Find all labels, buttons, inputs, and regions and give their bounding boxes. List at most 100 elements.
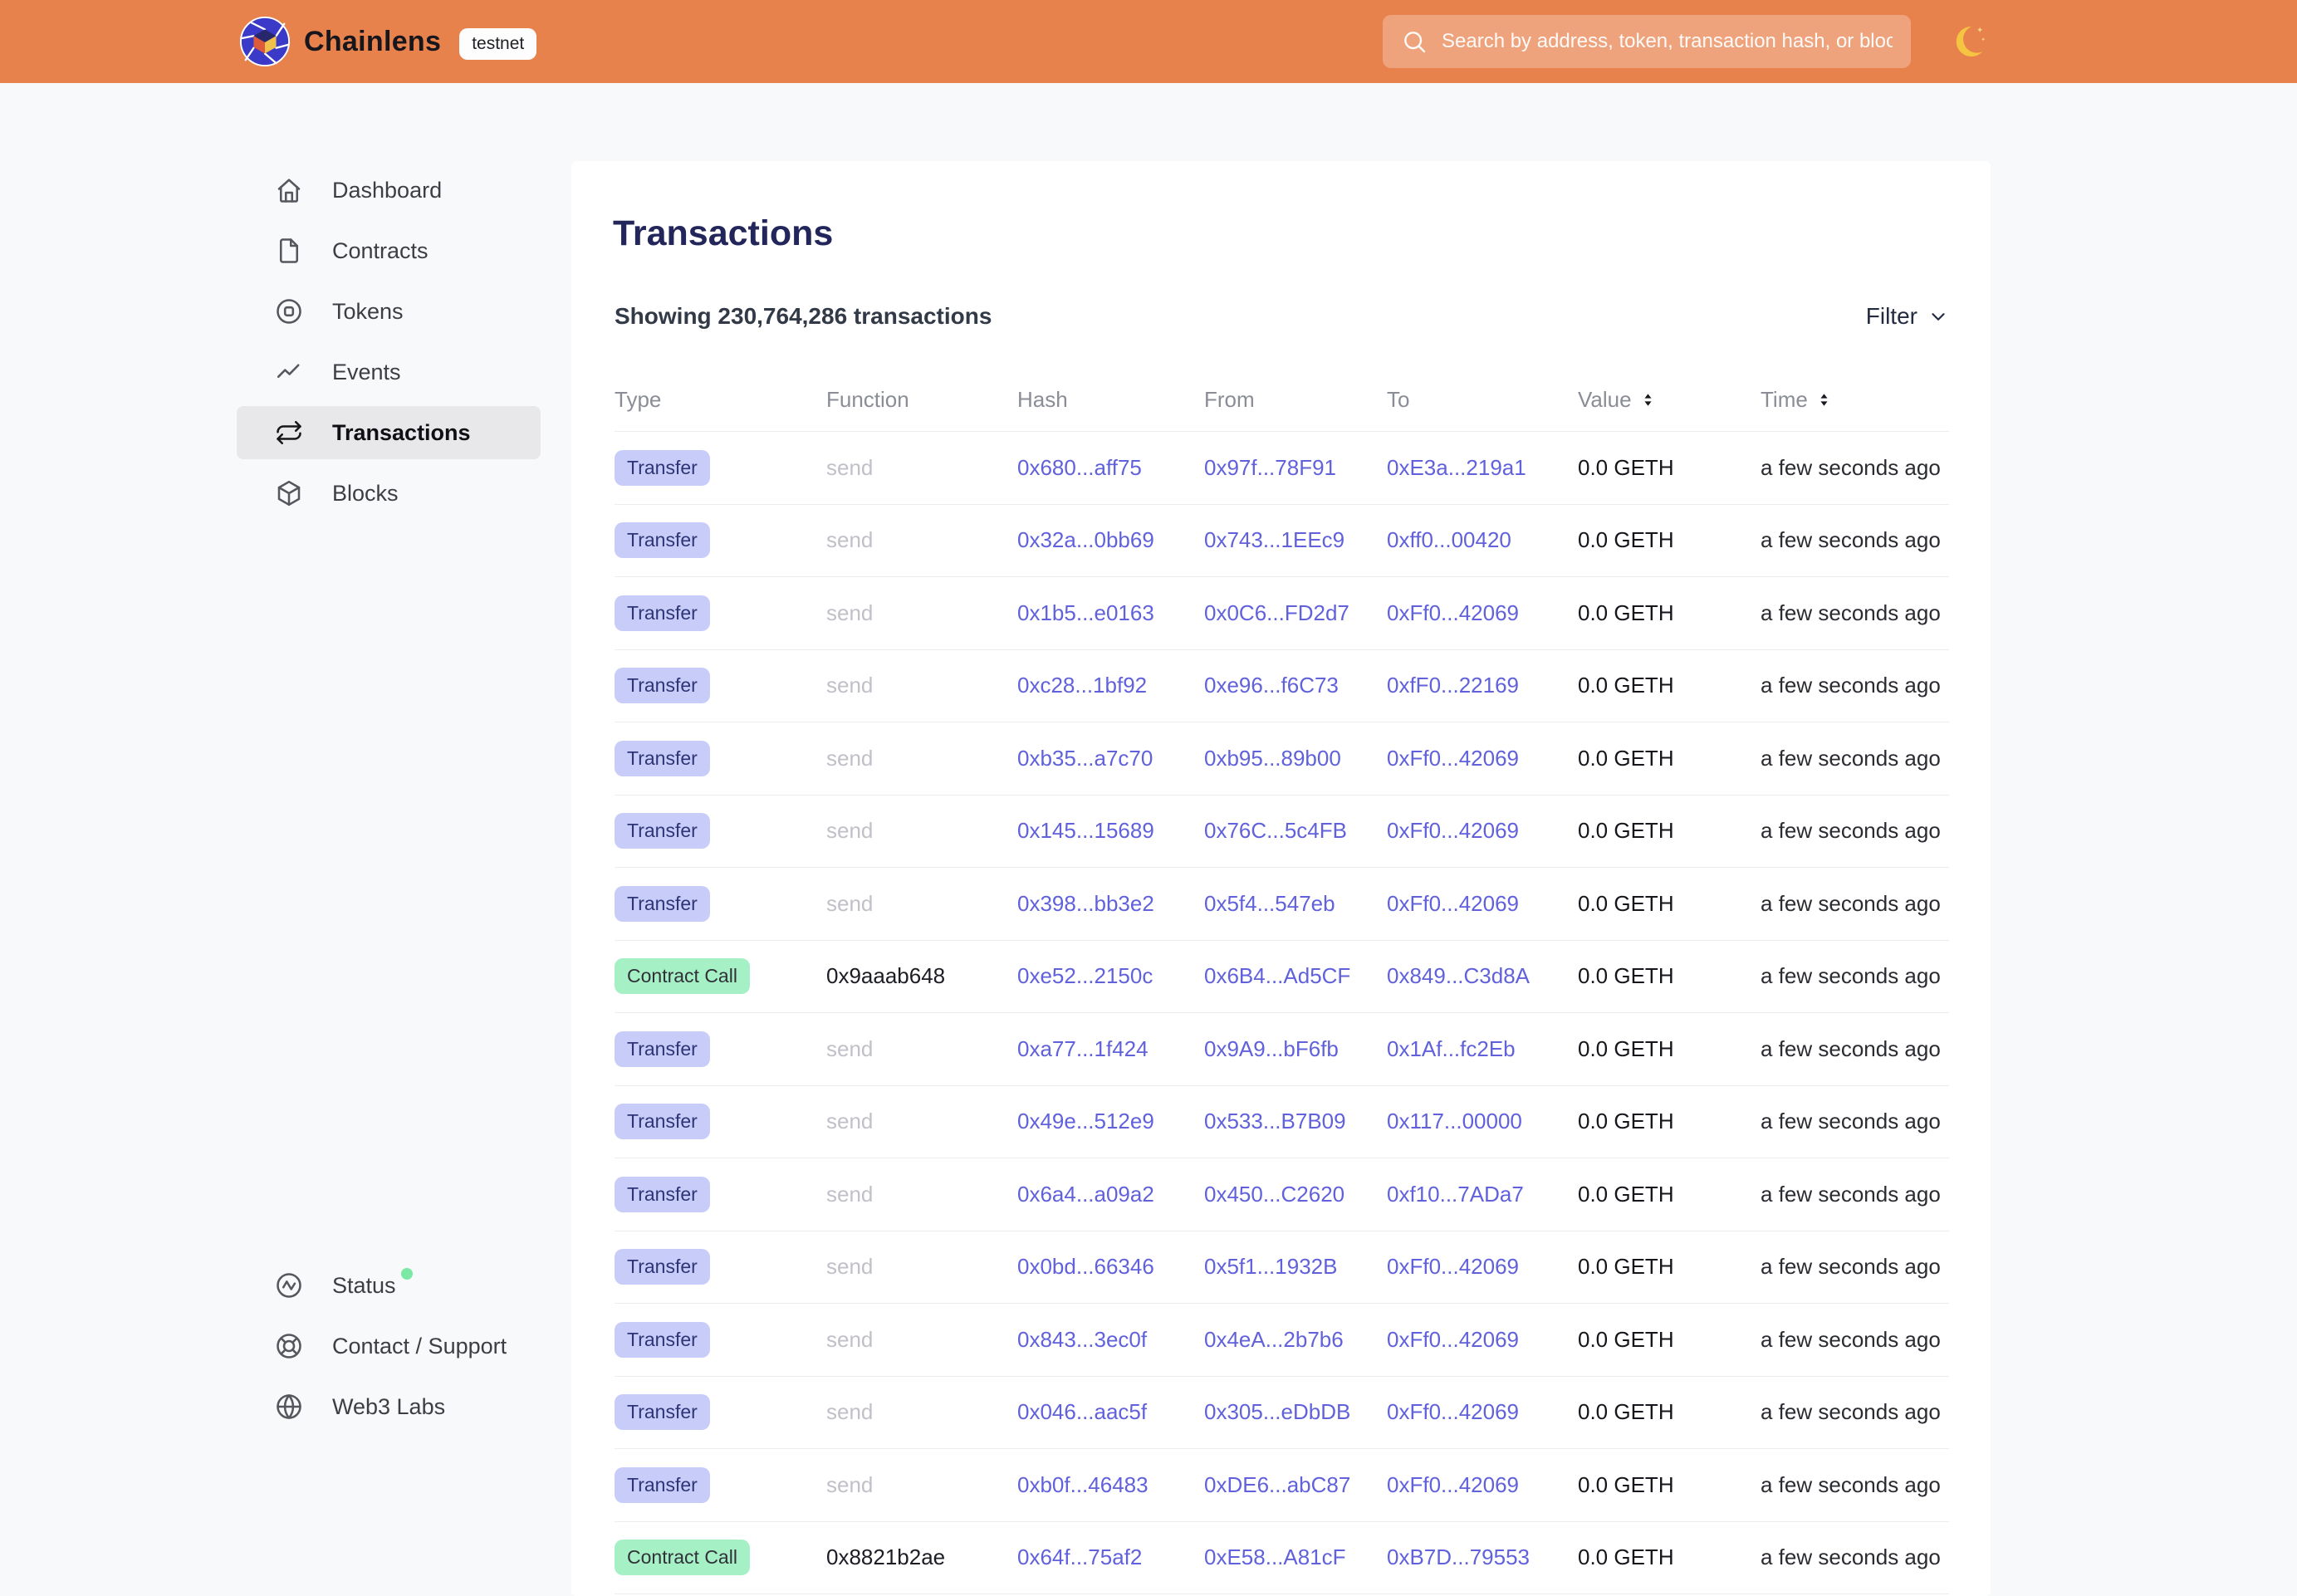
hash-link[interactable]: 0x64f...75af2 bbox=[1017, 1545, 1204, 1570]
hash-link[interactable]: 0x32a...0bb69 bbox=[1017, 527, 1204, 553]
value-cell: 0.0 GETH bbox=[1578, 963, 1761, 989]
hash-link[interactable]: 0xc28...1bf92 bbox=[1017, 673, 1204, 698]
file-icon bbox=[274, 236, 304, 266]
from-address-link[interactable]: 0x5f4...547eb bbox=[1204, 891, 1387, 917]
to-address-link[interactable]: 0xFf0...42069 bbox=[1387, 1254, 1578, 1280]
status-icon bbox=[274, 1270, 304, 1300]
value-cell: 0.0 GETH bbox=[1578, 818, 1761, 844]
search-input[interactable] bbox=[1440, 29, 1894, 54]
sidebar-item-label: Tokens bbox=[332, 299, 404, 325]
hash-link[interactable]: 0x145...15689 bbox=[1017, 818, 1204, 844]
from-address-link[interactable]: 0xDE6...abC87 bbox=[1204, 1472, 1387, 1498]
to-address-link[interactable]: 0xB7D...79553 bbox=[1387, 1545, 1578, 1570]
transaction-row: Transfersend0x843...3ec0f0x4eA...2b7b60x… bbox=[615, 1304, 1949, 1377]
hash-link[interactable]: 0xa77...1f424 bbox=[1017, 1036, 1204, 1062]
from-address-link[interactable]: 0x450...C2620 bbox=[1204, 1182, 1387, 1207]
sidebar-item-web3-labs[interactable]: Web3 Labs bbox=[237, 1380, 541, 1433]
to-address-link[interactable]: 0xE3a...219a1 bbox=[1387, 455, 1578, 481]
transaction-row: Transfersend0x145...156890x76C...5c4FB0x… bbox=[615, 796, 1949, 869]
value-cell: 0.0 GETH bbox=[1578, 1399, 1761, 1425]
hash-link[interactable]: 0x843...3ec0f bbox=[1017, 1327, 1204, 1353]
sidebar-item-label: Blocks bbox=[332, 481, 399, 507]
to-address-link[interactable]: 0xFf0...42069 bbox=[1387, 818, 1578, 844]
from-address-link[interactable]: 0x97f...78F91 bbox=[1204, 455, 1387, 481]
column-header-value[interactable]: Value bbox=[1578, 387, 1761, 413]
hash-link[interactable]: 0x0bd...66346 bbox=[1017, 1254, 1204, 1280]
status-indicator-dot bbox=[401, 1268, 413, 1280]
to-address-link[interactable]: 0x117...00000 bbox=[1387, 1109, 1578, 1134]
sort-icon[interactable] bbox=[1815, 390, 1834, 409]
to-address-link[interactable]: 0xFf0...42069 bbox=[1387, 1327, 1578, 1353]
from-address-link[interactable]: 0x9A9...bF6fb bbox=[1204, 1036, 1387, 1062]
from-address-link[interactable]: 0x4eA...2b7b6 bbox=[1204, 1327, 1387, 1353]
page-title: Transactions bbox=[613, 213, 1991, 254]
column-header-label: Function bbox=[826, 387, 909, 413]
table-body: Transfersend0x680...aff750x97f...78F910x… bbox=[615, 432, 1949, 1594]
hash-link[interactable]: 0x398...bb3e2 bbox=[1017, 891, 1204, 917]
sidebar-item-events[interactable]: Events bbox=[237, 345, 541, 399]
transaction-row: Transfersend0x49e...512e90x533...B7B090x… bbox=[615, 1086, 1949, 1159]
from-address-link[interactable]: 0x533...B7B09 bbox=[1204, 1109, 1387, 1134]
to-address-link[interactable]: 0xFf0...42069 bbox=[1387, 1472, 1578, 1498]
from-address-link[interactable]: 0x5f1...1932B bbox=[1204, 1254, 1387, 1280]
search-box[interactable] bbox=[1383, 15, 1911, 68]
transaction-row: Contract Call0x8821b2ae0x64f...75af20xE5… bbox=[615, 1522, 1949, 1595]
sidebar-item-contact-support[interactable]: Contact / Support bbox=[237, 1319, 541, 1373]
from-address-link[interactable]: 0x76C...5c4FB bbox=[1204, 818, 1387, 844]
sidebar-nav: Dashboard Contracts Tokens Events Transactio… bbox=[237, 164, 541, 527]
sidebar-item-dashboard[interactable]: Dashboard bbox=[237, 164, 541, 217]
sidebar-item-tokens[interactable]: Tokens bbox=[237, 285, 541, 338]
dark-mode-toggle[interactable] bbox=[1948, 22, 1986, 61]
column-header-time[interactable]: Time bbox=[1761, 387, 1949, 413]
function-cell: send bbox=[826, 1036, 1017, 1062]
sidebar-item-label: Contracts bbox=[332, 238, 429, 264]
hash-link[interactable]: 0xe52...2150c bbox=[1017, 963, 1204, 989]
column-header-function: Function bbox=[826, 387, 1017, 413]
to-address-link[interactable]: 0x849...C3d8A bbox=[1387, 963, 1578, 989]
sort-icon[interactable] bbox=[1638, 390, 1658, 409]
from-address-link[interactable]: 0x743...1EEc9 bbox=[1204, 527, 1387, 553]
sidebar-item-label: Contact / Support bbox=[332, 1334, 507, 1359]
from-address-link[interactable]: 0xe96...f6C73 bbox=[1204, 673, 1387, 698]
sidebar-item-label: Status bbox=[332, 1273, 396, 1299]
type-badge: Transfer bbox=[615, 522, 710, 558]
sidebar-item-contracts[interactable]: Contracts bbox=[237, 224, 541, 277]
chevron-down-icon bbox=[1927, 306, 1949, 327]
hash-link[interactable]: 0xb0f...46483 bbox=[1017, 1472, 1204, 1498]
to-address-link[interactable]: 0xFf0...42069 bbox=[1387, 1399, 1578, 1425]
function-cell: send bbox=[826, 1472, 1017, 1498]
to-address-link[interactable]: 0xfF0...22169 bbox=[1387, 673, 1578, 698]
to-address-link[interactable]: 0x1Af...fc2Eb bbox=[1387, 1036, 1578, 1062]
function-cell: send bbox=[826, 527, 1017, 553]
brand[interactable]: Chainlens testnet bbox=[239, 16, 536, 67]
sidebar-item-blocks[interactable]: Blocks bbox=[237, 467, 541, 520]
value-cell: 0.0 GETH bbox=[1578, 600, 1761, 626]
type-badge: Transfer bbox=[615, 595, 710, 631]
to-address-link[interactable]: 0xf10...7ADa7 bbox=[1387, 1182, 1578, 1207]
filter-button[interactable]: Filter bbox=[1866, 303, 1949, 330]
to-address-link[interactable]: 0xff0...00420 bbox=[1387, 527, 1578, 553]
sidebar-item-transactions[interactable]: Transactions bbox=[237, 406, 541, 459]
hash-link[interactable]: 0xb35...a7c70 bbox=[1017, 746, 1204, 771]
to-address-link[interactable]: 0xFf0...42069 bbox=[1387, 891, 1578, 917]
sidebar-item-status[interactable]: Status bbox=[237, 1259, 541, 1312]
from-address-link[interactable]: 0x0C6...FD2d7 bbox=[1204, 600, 1387, 626]
to-address-link[interactable]: 0xFf0...42069 bbox=[1387, 746, 1578, 771]
to-address-link[interactable]: 0xFf0...42069 bbox=[1387, 600, 1578, 626]
transaction-row: Transfersend0x0bd...663460x5f1...1932B0x… bbox=[615, 1231, 1949, 1305]
from-address-link[interactable]: 0x305...eDbDB bbox=[1204, 1399, 1387, 1425]
hash-link[interactable]: 0x046...aac5f bbox=[1017, 1399, 1204, 1425]
type-badge: Transfer bbox=[615, 886, 710, 922]
sidebar-item-label: Dashboard bbox=[332, 178, 442, 203]
value-cell: 0.0 GETH bbox=[1578, 1472, 1761, 1498]
hash-link[interactable]: 0x680...aff75 bbox=[1017, 455, 1204, 481]
hash-link[interactable]: 0x1b5...e0163 bbox=[1017, 600, 1204, 626]
from-address-link[interactable]: 0x6B4...Ad5CF bbox=[1204, 963, 1387, 989]
hash-link[interactable]: 0x6a4...a09a2 bbox=[1017, 1182, 1204, 1207]
transaction-row: Transfersend0x680...aff750x97f...78F910x… bbox=[615, 432, 1949, 505]
column-header-label: To bbox=[1387, 387, 1409, 413]
from-address-link[interactable]: 0xb95...89b00 bbox=[1204, 746, 1387, 771]
time-cell: a few seconds ago bbox=[1761, 1109, 1949, 1134]
from-address-link[interactable]: 0xE58...A81cF bbox=[1204, 1545, 1387, 1570]
hash-link[interactable]: 0x49e...512e9 bbox=[1017, 1109, 1204, 1134]
